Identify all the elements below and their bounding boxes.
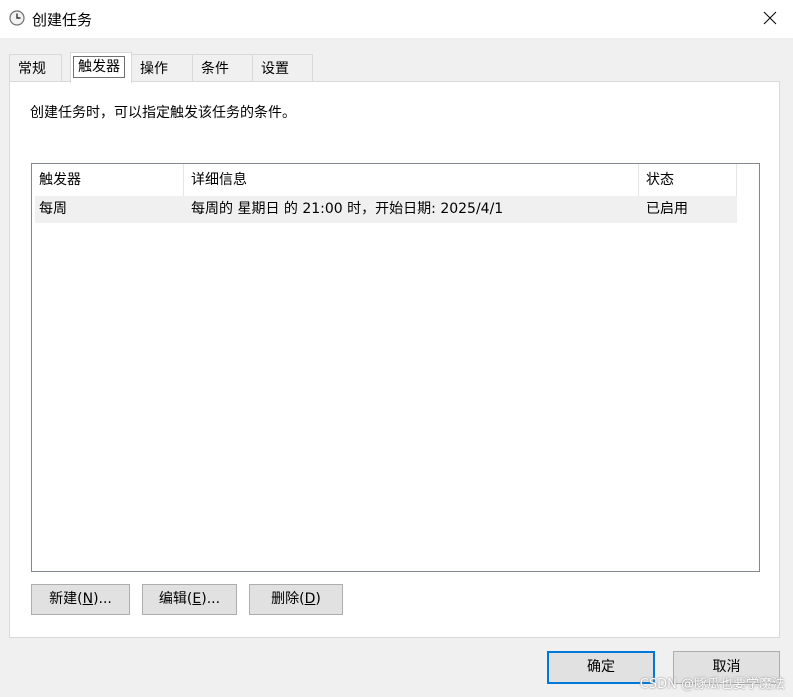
row-details: 每周的 星期日 的 21:00 时，开始日期: 2025/4/1 [191, 201, 504, 217]
column-header-status[interactable]: 状态 [639, 164, 737, 196]
new-button-accesskey: N [82, 591, 94, 607]
tab-conditions-label: 条件 [201, 61, 229, 77]
column-header-details[interactable]: 详细信息 [184, 164, 639, 196]
ok-button[interactable]: 确定 [547, 651, 655, 684]
panel-description: 创建任务时，可以指定触发该任务的条件。 [30, 105, 296, 121]
delete-trigger-button[interactable]: 删除(D) [249, 584, 343, 615]
triggers-panel: 创建任务时，可以指定触发该任务的条件。 触发器 详细信息 状态 每周 每周的 星… [9, 81, 780, 638]
row-trigger: 每周 [39, 201, 67, 217]
close-button[interactable] [747, 0, 793, 36]
tab-actions-label: 操作 [140, 61, 168, 77]
tab-settings[interactable]: 设置 [252, 54, 313, 82]
delete-button-accesskey: D [304, 591, 316, 607]
tab-triggers[interactable]: 触发器 [70, 52, 132, 83]
column-header-trigger[interactable]: 触发器 [32, 164, 184, 196]
tab-triggers-label: 触发器 [73, 56, 125, 78]
tab-general-label: 常规 [18, 61, 46, 77]
window-title: 创建任务 [32, 11, 93, 29]
title-bar: 创建任务 [0, 0, 793, 38]
tab-conditions[interactable]: 条件 [192, 54, 253, 82]
edit-button-accesskey: E [192, 591, 202, 607]
new-button-label: 新建 [49, 591, 78, 607]
triggers-list[interactable]: 触发器 详细信息 状态 每周 每周的 星期日 的 21:00 时，开始日期: 2… [31, 163, 760, 572]
new-trigger-button[interactable]: 新建(N)... [31, 584, 130, 615]
delete-button-label: 删除 [271, 591, 300, 607]
clock-icon [9, 10, 25, 26]
list-header: 触发器 详细信息 状态 [32, 164, 737, 196]
edit-trigger-button[interactable]: 编辑(E)... [142, 584, 237, 615]
tab-actions[interactable]: 操作 [131, 54, 193, 82]
edit-button-label: 编辑 [158, 591, 187, 607]
tab-general[interactable]: 常规 [9, 54, 62, 82]
close-icon [763, 11, 777, 25]
row-status: 已启用 [646, 201, 688, 217]
tab-settings-label: 设置 [261, 61, 289, 77]
table-row[interactable]: 每周 每周的 星期日 的 21:00 时，开始日期: 2025/4/1 已启用 [35, 196, 737, 223]
watermark: CSDN @豚瓜也要学魔法 [639, 677, 785, 692]
